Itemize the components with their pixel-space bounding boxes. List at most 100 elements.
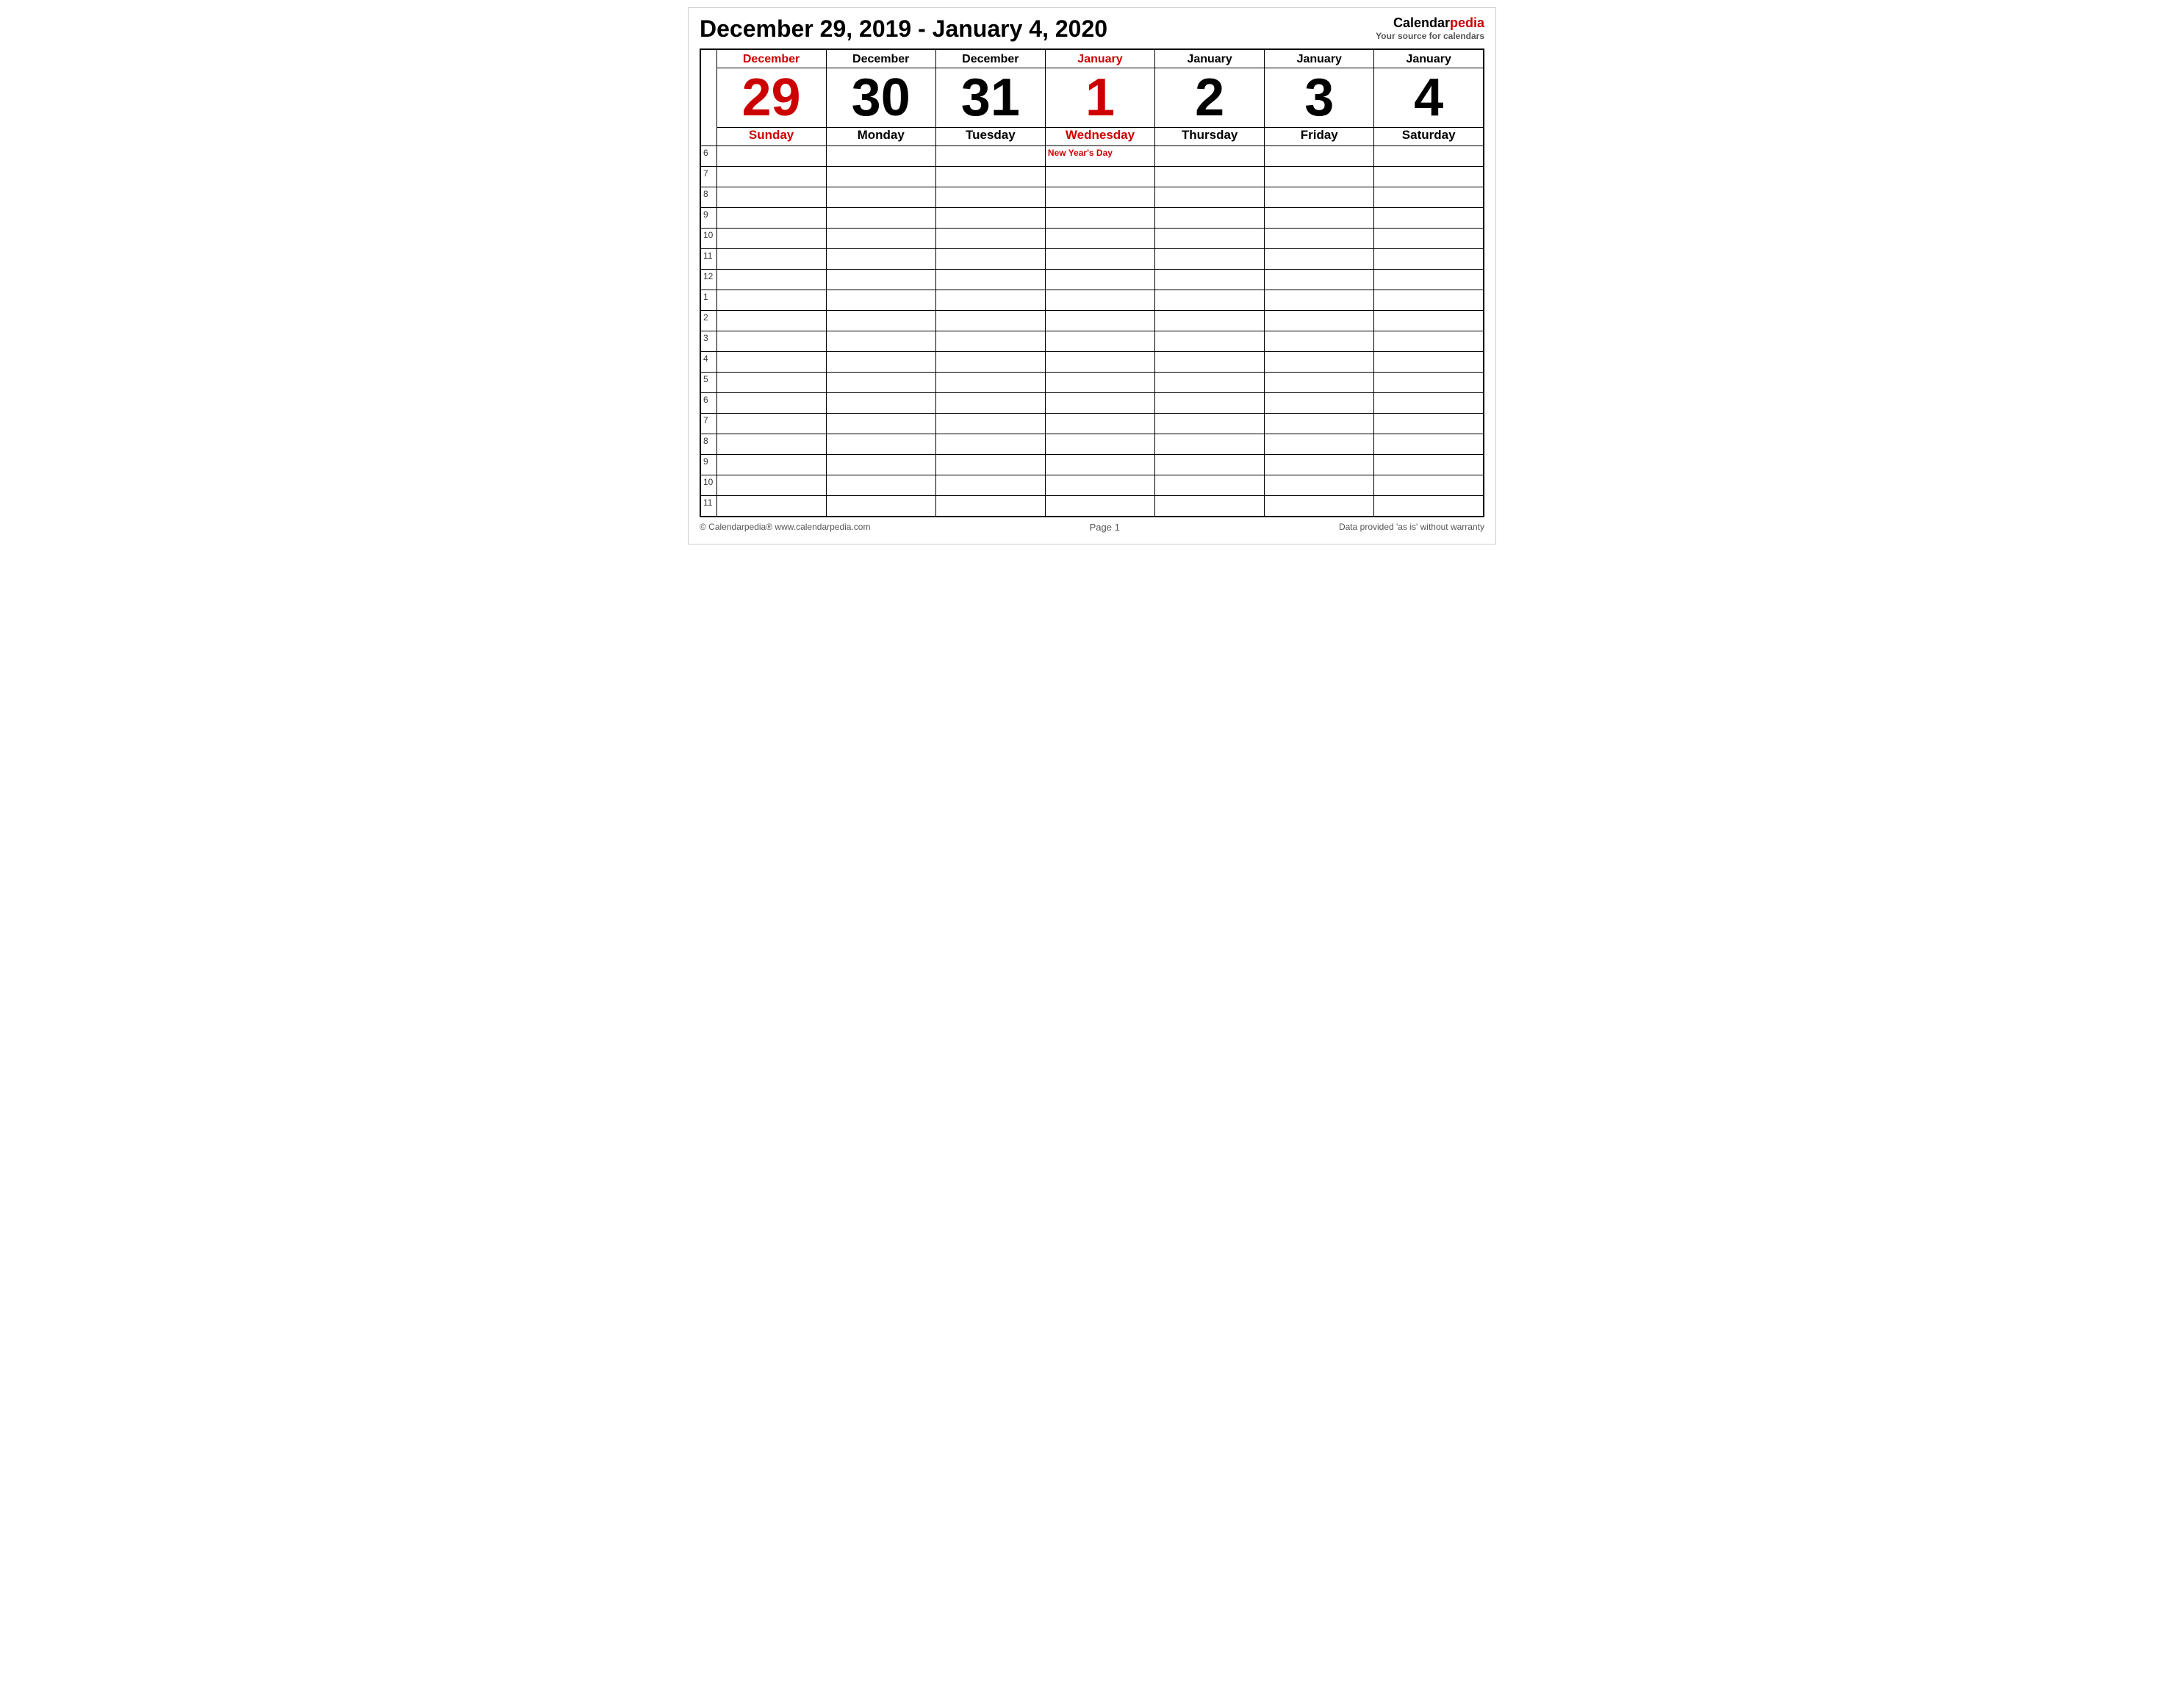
event-cell-jan1-row3[interactable] (1045, 208, 1154, 229)
event-cell-jan1-row14[interactable] (1045, 434, 1154, 455)
event-cell-jan2-row17[interactable] (1155, 496, 1265, 517)
event-cell-dec31-row2[interactable] (935, 187, 1045, 208)
event-cell-jan4-row1[interactable] (1374, 167, 1484, 187)
event-cell-jan2-row7[interactable] (1155, 290, 1265, 311)
event-cell-jan1-row8[interactable] (1045, 311, 1154, 331)
event-cell-dec30-row1[interactable] (826, 167, 935, 187)
event-cell-dec30-row3[interactable] (826, 208, 935, 229)
event-cell-dec31-row16[interactable] (935, 475, 1045, 496)
event-cell-dec29-row3[interactable] (716, 208, 826, 229)
event-cell-dec31-row3[interactable] (935, 208, 1045, 229)
event-cell-jan4-row17[interactable] (1374, 496, 1484, 517)
event-cell-jan4-row9[interactable] (1374, 331, 1484, 352)
event-cell-dec31-row0[interactable] (935, 146, 1045, 167)
event-cell-jan3-row3[interactable] (1265, 208, 1374, 229)
event-cell-jan1-row16[interactable] (1045, 475, 1154, 496)
event-cell-jan2-row14[interactable] (1155, 434, 1265, 455)
event-cell-dec31-row7[interactable] (935, 290, 1045, 311)
event-cell-dec29-row1[interactable] (716, 167, 826, 187)
event-cell-jan3-row10[interactable] (1265, 352, 1374, 373)
event-cell-dec30-row10[interactable] (826, 352, 935, 373)
event-cell-dec31-row4[interactable] (935, 229, 1045, 249)
event-cell-jan3-row6[interactable] (1265, 270, 1374, 290)
event-cell-jan4-row15[interactable] (1374, 455, 1484, 475)
event-cell-dec31-row1[interactable] (935, 167, 1045, 187)
event-cell-dec29-row0[interactable] (716, 146, 826, 167)
event-cell-jan4-row10[interactable] (1374, 352, 1484, 373)
event-cell-dec30-row13[interactable] (826, 414, 935, 434)
event-cell-jan3-row15[interactable] (1265, 455, 1374, 475)
event-cell-dec31-row14[interactable] (935, 434, 1045, 455)
event-cell-jan4-row12[interactable] (1374, 393, 1484, 414)
event-cell-jan3-row1[interactable] (1265, 167, 1374, 187)
event-cell-jan4-row3[interactable] (1374, 208, 1484, 229)
event-cell-dec30-row4[interactable] (826, 229, 935, 249)
event-cell-jan1-row7[interactable] (1045, 290, 1154, 311)
event-cell-jan2-row1[interactable] (1155, 167, 1265, 187)
event-cell-jan1-row0[interactable]: New Year's Day (1045, 146, 1154, 167)
event-cell-dec29-row6[interactable] (716, 270, 826, 290)
event-cell-jan2-row16[interactable] (1155, 475, 1265, 496)
event-cell-jan3-row17[interactable] (1265, 496, 1374, 517)
event-cell-jan3-row7[interactable] (1265, 290, 1374, 311)
event-cell-jan1-row1[interactable] (1045, 167, 1154, 187)
event-cell-jan4-row13[interactable] (1374, 414, 1484, 434)
event-cell-dec29-row14[interactable] (716, 434, 826, 455)
event-cell-dec30-row12[interactable] (826, 393, 935, 414)
event-cell-jan1-row17[interactable] (1045, 496, 1154, 517)
event-cell-jan3-row11[interactable] (1265, 373, 1374, 393)
event-cell-jan2-row3[interactable] (1155, 208, 1265, 229)
event-cell-dec30-row5[interactable] (826, 249, 935, 270)
event-cell-jan2-row6[interactable] (1155, 270, 1265, 290)
event-cell-dec29-row13[interactable] (716, 414, 826, 434)
event-cell-dec30-row6[interactable] (826, 270, 935, 290)
event-cell-jan1-row9[interactable] (1045, 331, 1154, 352)
event-cell-jan3-row5[interactable] (1265, 249, 1374, 270)
event-cell-dec31-row10[interactable] (935, 352, 1045, 373)
event-cell-dec30-row0[interactable] (826, 146, 935, 167)
event-cell-jan4-row6[interactable] (1374, 270, 1484, 290)
event-cell-dec31-row6[interactable] (935, 270, 1045, 290)
event-cell-jan3-row13[interactable] (1265, 414, 1374, 434)
event-cell-dec30-row7[interactable] (826, 290, 935, 311)
event-cell-dec30-row2[interactable] (826, 187, 935, 208)
event-cell-jan1-row12[interactable] (1045, 393, 1154, 414)
event-cell-jan4-row4[interactable] (1374, 229, 1484, 249)
event-cell-jan1-row5[interactable] (1045, 249, 1154, 270)
event-cell-dec29-row16[interactable] (716, 475, 826, 496)
event-cell-dec31-row9[interactable] (935, 331, 1045, 352)
event-cell-jan3-row12[interactable] (1265, 393, 1374, 414)
event-cell-dec29-row10[interactable] (716, 352, 826, 373)
event-cell-jan4-row8[interactable] (1374, 311, 1484, 331)
event-cell-jan2-row11[interactable] (1155, 373, 1265, 393)
event-cell-jan3-row9[interactable] (1265, 331, 1374, 352)
event-cell-jan1-row11[interactable] (1045, 373, 1154, 393)
event-cell-jan4-row16[interactable] (1374, 475, 1484, 496)
event-cell-dec30-row15[interactable] (826, 455, 935, 475)
event-cell-dec30-row9[interactable] (826, 331, 935, 352)
event-cell-dec31-row13[interactable] (935, 414, 1045, 434)
event-cell-jan3-row8[interactable] (1265, 311, 1374, 331)
event-cell-dec29-row4[interactable] (716, 229, 826, 249)
event-cell-dec29-row12[interactable] (716, 393, 826, 414)
event-cell-jan4-row0[interactable] (1374, 146, 1484, 167)
event-cell-dec29-row8[interactable] (716, 311, 826, 331)
event-cell-dec31-row15[interactable] (935, 455, 1045, 475)
event-cell-dec30-row8[interactable] (826, 311, 935, 331)
event-cell-jan1-row10[interactable] (1045, 352, 1154, 373)
event-cell-dec29-row17[interactable] (716, 496, 826, 517)
event-cell-dec29-row2[interactable] (716, 187, 826, 208)
event-cell-dec29-row7[interactable] (716, 290, 826, 311)
event-cell-jan2-row10[interactable] (1155, 352, 1265, 373)
event-cell-dec29-row15[interactable] (716, 455, 826, 475)
event-cell-jan2-row8[interactable] (1155, 311, 1265, 331)
event-cell-jan1-row2[interactable] (1045, 187, 1154, 208)
event-cell-jan3-row0[interactable] (1265, 146, 1374, 167)
event-cell-jan2-row15[interactable] (1155, 455, 1265, 475)
event-cell-jan4-row2[interactable] (1374, 187, 1484, 208)
event-cell-jan2-row2[interactable] (1155, 187, 1265, 208)
event-cell-jan2-row5[interactable] (1155, 249, 1265, 270)
event-cell-dec29-row11[interactable] (716, 373, 826, 393)
event-cell-jan2-row9[interactable] (1155, 331, 1265, 352)
event-cell-jan3-row2[interactable] (1265, 187, 1374, 208)
